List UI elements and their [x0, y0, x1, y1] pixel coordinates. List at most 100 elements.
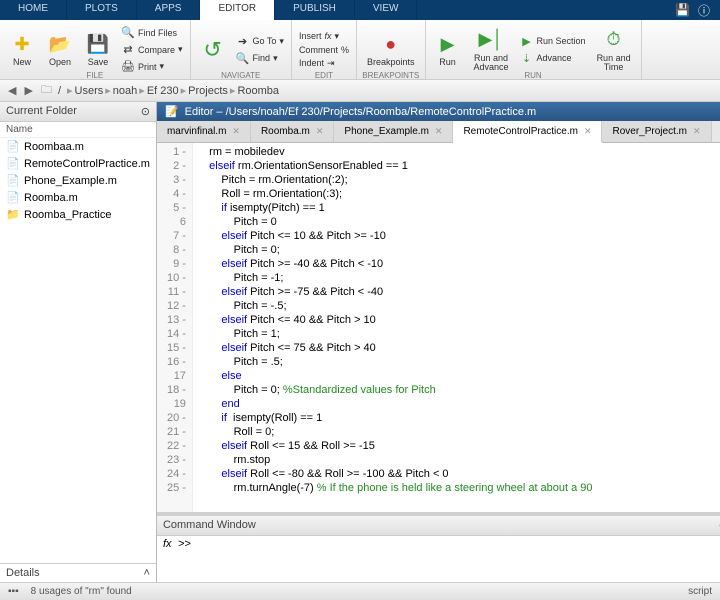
breadcrumb[interactable]: Ef 230 [147, 85, 179, 97]
busy-icon: ▪▪▪ [8, 586, 19, 597]
nav-icon-block: ↺ [195, 36, 231, 64]
breakpoint-icon: ● [379, 32, 403, 56]
chevron-up-icon: ˄ [144, 567, 150, 579]
ribbon-group-edit: Insert fx ▾ Comment % Indent ⇥ EDIT [292, 20, 357, 79]
add-tab-button[interactable]: + [712, 121, 720, 142]
find-icon: 🔍 [236, 51, 250, 65]
mfile-icon: 📄 [6, 157, 20, 170]
new-icon: ✚ [10, 32, 34, 56]
details-section[interactable]: Details˄ [0, 563, 156, 582]
line-gutter: 1 -2 -3 -4 -5 -6 7 -8 -9 -10 -11 -12 -13… [157, 143, 193, 512]
fx-icon: fx [163, 538, 172, 550]
run-time-button[interactable]: ⏱Run and Time [591, 26, 637, 74]
breadcrumb[interactable]: noah [113, 85, 137, 97]
command-window-title: Command Window [163, 519, 256, 532]
back-icon[interactable]: ◀ [6, 84, 18, 97]
main-tab-plots[interactable]: PLOTS [67, 0, 137, 20]
editor-tab[interactable]: marvinfinal.m✕ [157, 121, 251, 142]
main-tab-view[interactable]: VIEW [355, 0, 418, 20]
run-section-button[interactable]: ▶Run Section [517, 33, 589, 49]
file-item[interactable]: 📁Roomba_Practice [0, 206, 156, 223]
status-usages: 8 usages of "rm" found [31, 586, 132, 597]
close-icon[interactable]: ✕ [435, 126, 443, 137]
mfile-icon: 📄 [6, 191, 20, 204]
find-files-button[interactable]: 🔍Find Files [118, 25, 186, 41]
run-advance-button[interactable]: ▶│Run and Advance [468, 26, 515, 74]
main-tab-apps[interactable]: APPS [137, 0, 201, 20]
breadcrumb[interactable]: Users [75, 85, 104, 97]
folder-icon[interactable]: 🗀 [39, 81, 54, 100]
editor-tab[interactable]: Rover_Project.m✕ [602, 121, 711, 142]
file-item[interactable]: 📄Roomba.m [0, 189, 156, 206]
editor-tab[interactable]: Roomba.m✕ [251, 121, 334, 142]
save-button[interactable]: 💾Save [80, 30, 116, 69]
comment-button[interactable]: Comment % [296, 44, 352, 56]
breakpoints-button[interactable]: ●Breakpoints [361, 30, 421, 69]
file-item[interactable]: 📄RemoteControlPractice.m [0, 155, 156, 172]
indent-button[interactable]: Indent ⇥ [296, 57, 352, 70]
goto-icon: ➔ [236, 34, 250, 48]
compare-button[interactable]: ⇄Compare ▾ [118, 42, 186, 58]
main-tabstrip: HOMEPLOTSAPPSEDITORPUBLISHVIEW 💾 ⓘ [0, 0, 720, 20]
close-icon[interactable]: ✕ [316, 126, 324, 137]
file-item[interactable]: 📄Roombaa.m [0, 138, 156, 155]
main-tab-publish[interactable]: PUBLISH [275, 0, 355, 20]
main-tab-home[interactable]: HOME [0, 0, 67, 20]
code-content[interactable]: rm = mobiledev elseif rm.OrientationSens… [193, 143, 720, 512]
command-prompt[interactable]: fx >> [157, 536, 720, 582]
mfile-icon: 📄 [6, 140, 20, 153]
breadcrumb-root[interactable]: / [58, 85, 61, 97]
editor-tabstrip: marvinfinal.m✕Roomba.m✕Phone_Example.m✕R… [157, 121, 720, 143]
new-button[interactable]: ✚New [4, 30, 40, 69]
find-files-icon: 🔍 [121, 26, 135, 40]
advance-icon: ⇣ [520, 51, 534, 65]
panel-menu-icon[interactable]: ⊙ [141, 105, 150, 118]
folder-icon: 📁 [6, 208, 20, 221]
editor-titlebar: 📝Editor – /Users/noah/Ef 230/Projects/Ro… [157, 102, 720, 121]
command-window: Command Window⊙ fx >> [157, 512, 720, 582]
percent-icon: % [341, 45, 349, 55]
close-icon[interactable]: ✕ [232, 126, 240, 137]
forward-icon[interactable]: ▶ [22, 84, 34, 97]
ribbon-group-run: ▶Run ▶│Run and Advance ▶Run Section ⇣Adv… [426, 20, 642, 79]
address-bar: ◀ ▶ 🗀 / ▸Users▸noah▸Ef 230▸Projects▸Room… [0, 80, 720, 102]
current-folder-panel: Current Folder⊙ Name 📄Roombaa.m📄RemoteCo… [0, 102, 157, 582]
run-icon: ▶ [436, 32, 460, 56]
editor-tab[interactable]: Phone_Example.m✕ [334, 121, 453, 142]
advance-button[interactable]: ⇣Advance [517, 50, 589, 66]
nav-icon: ↺ [201, 38, 225, 62]
ribbon: ✚New 📂Open 💾Save 🔍Find Files ⇄Compare ▾ … [0, 20, 720, 80]
mfile-icon: 📄 [6, 174, 20, 187]
run-advance-icon: ▶│ [479, 28, 503, 52]
save-icon: 💾 [86, 32, 110, 56]
goto-button[interactable]: ➔Go To ▾ [233, 33, 287, 49]
run-time-icon: ⏱ [602, 28, 626, 52]
insert-button[interactable]: Insert fx ▾ [296, 30, 352, 43]
editor-icon: 📝 [165, 105, 179, 118]
close-icon[interactable]: ✕ [584, 126, 592, 137]
editor-tab[interactable]: RemoteControlPractice.m✕ [453, 121, 602, 143]
run-section-icon: ▶ [520, 34, 534, 48]
status-bar: ▪▪▪ 8 usages of "rm" found script [0, 582, 720, 600]
fx-icon: fx [324, 31, 331, 41]
file-name-column[interactable]: Name [0, 122, 156, 138]
file-item[interactable]: 📄Phone_Example.m [0, 172, 156, 189]
code-editor[interactable]: 1 -2 -3 -4 -5 -6 7 -8 -9 -10 -11 -12 -13… [157, 143, 720, 512]
breadcrumb[interactable]: Projects [188, 85, 228, 97]
help-icon[interactable]: ⓘ [698, 2, 710, 19]
current-folder-title: Current Folder⊙ [0, 102, 156, 122]
open-icon: 📂 [48, 32, 72, 56]
breadcrumb[interactable]: Roomba [237, 85, 279, 97]
main-tab-editor[interactable]: EDITOR [200, 0, 275, 20]
close-icon[interactable]: ✕ [693, 126, 701, 137]
status-mode: script [688, 586, 712, 597]
indent-icon: ⇥ [327, 58, 335, 69]
ribbon-group-navigate: ↺ ➔Go To ▾ 🔍Find ▾ NAVIGATE [191, 20, 292, 79]
save-icon[interactable]: 💾 [675, 3, 690, 17]
ribbon-group-file: ✚New 📂Open 💾Save 🔍Find Files ⇄Compare ▾ … [0, 20, 191, 79]
ribbon-group-breakpoints: ●Breakpoints BREAKPOINTS [357, 20, 426, 79]
compare-icon: ⇄ [121, 43, 135, 57]
run-button[interactable]: ▶Run [430, 30, 466, 69]
open-button[interactable]: 📂Open [42, 30, 78, 69]
find-button[interactable]: 🔍Find ▾ [233, 50, 287, 66]
